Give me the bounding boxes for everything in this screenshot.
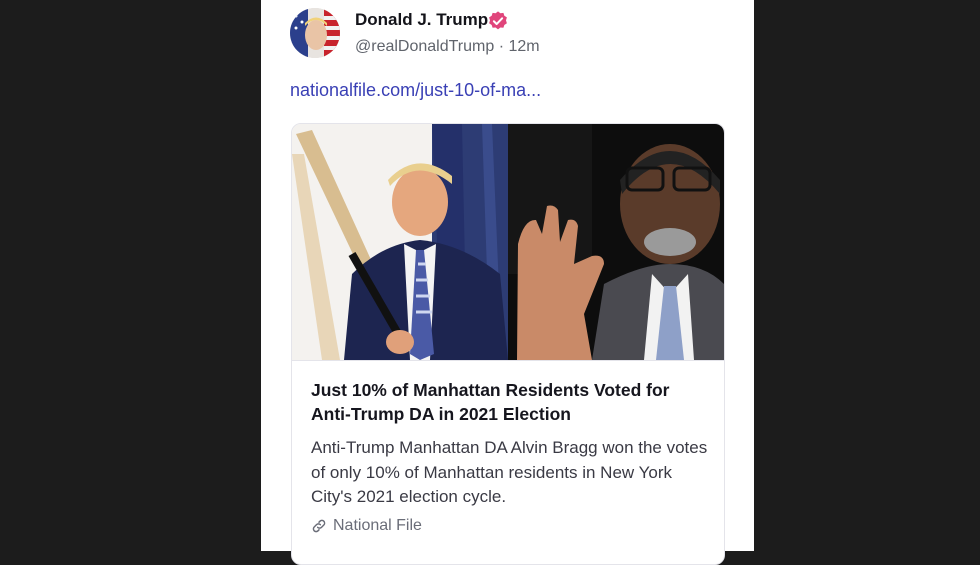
author-avatar[interactable] xyxy=(290,8,340,58)
author-handle[interactable]: @realDonaldTrump xyxy=(355,38,494,55)
card-source[interactable]: National File xyxy=(311,517,422,535)
post-time[interactable]: 12m xyxy=(509,38,540,55)
author-name[interactable]: Donald J. Trump xyxy=(355,10,488,30)
link-preview-card[interactable]: Just 10% of Manhattan Residents Voted fo… xyxy=(291,123,725,565)
link-icon xyxy=(312,519,326,533)
card-title[interactable]: Just 10% of Manhattan Residents Voted fo… xyxy=(311,378,711,426)
handle-line: @realDonaldTrump · 12m xyxy=(355,38,540,56)
card-source-label: National File xyxy=(333,517,422,534)
post-link[interactable]: nationalfile.com/just-10-of-ma... xyxy=(290,80,541,101)
verified-badge-icon xyxy=(489,11,507,30)
meta-separator: · xyxy=(498,38,505,55)
avatar-image xyxy=(290,8,340,58)
card-description: Anti-Trump Manhattan DA Alvin Bragg won … xyxy=(311,438,708,506)
card-image xyxy=(292,124,724,361)
